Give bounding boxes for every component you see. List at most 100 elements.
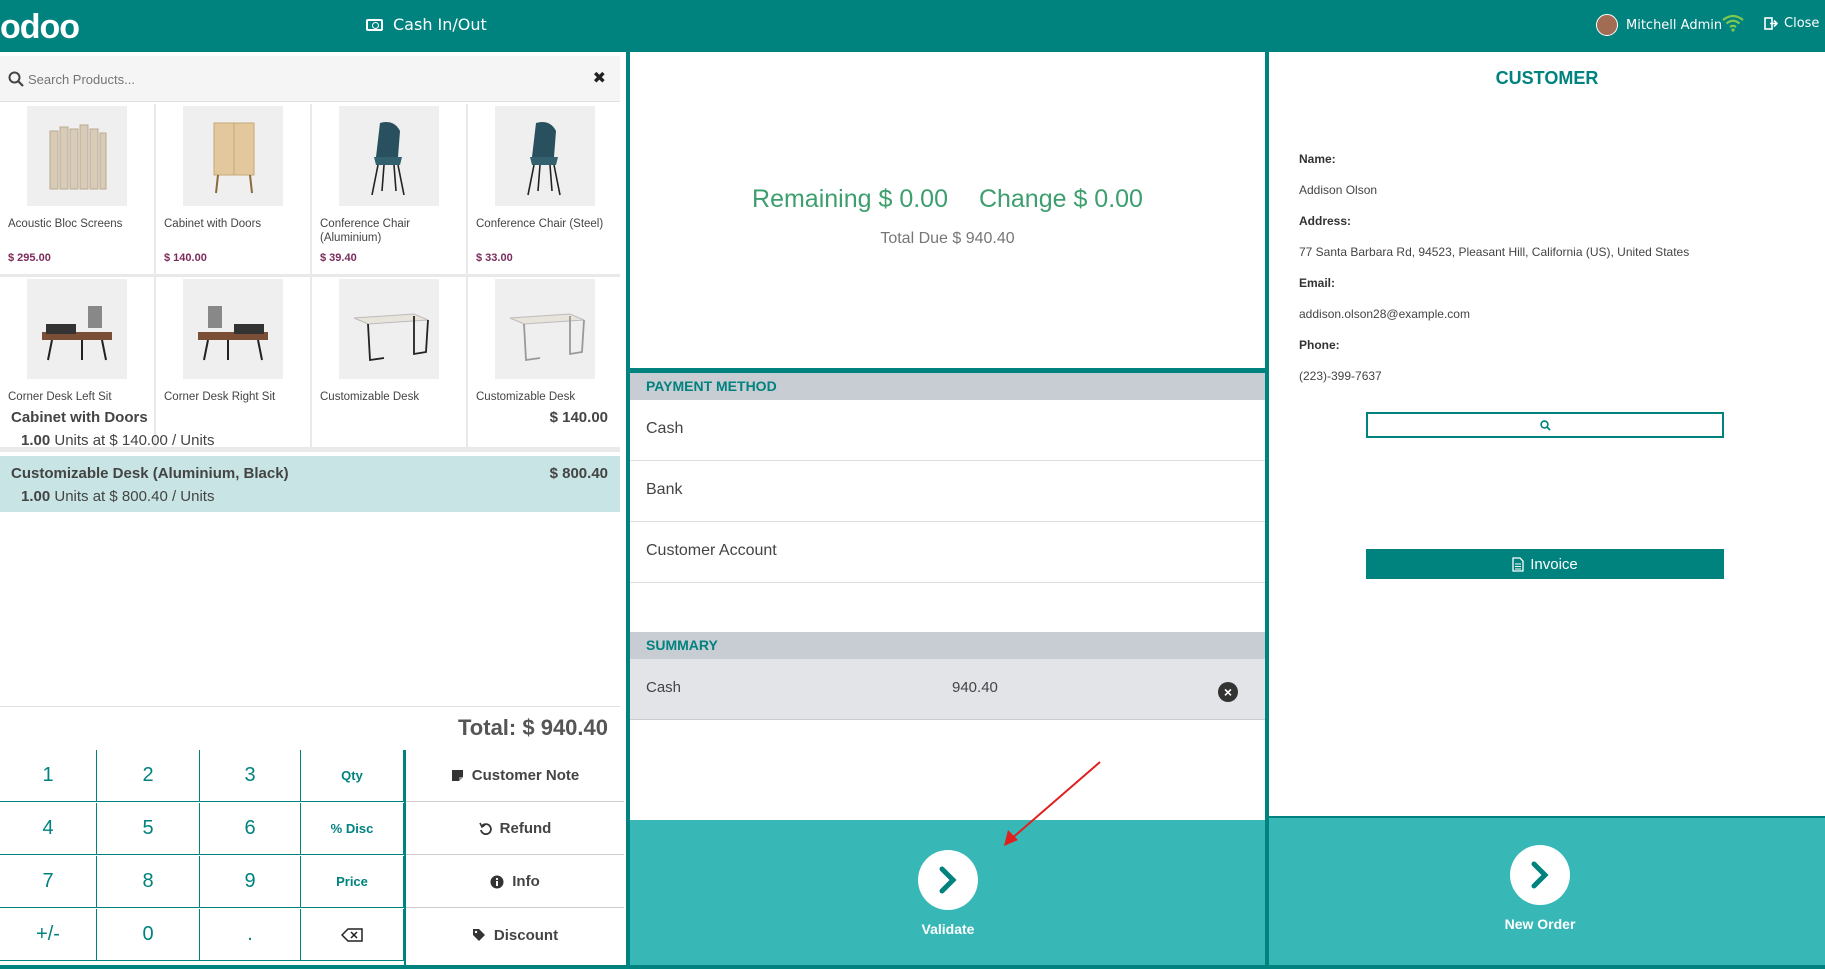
payment-amounts: Remaining $ 0.00 Change $ 0.00	[630, 185, 1265, 214]
customer-note-button[interactable]: Customer Note	[406, 750, 624, 802]
orderline-product-name: Customizable Desk (Aluminium, Black)	[11, 465, 289, 482]
order-lines: Cabinet with Doors $ 140.00 1.00 Units a…	[0, 400, 620, 756]
orderline-unit-info: Units at $ 140.00 / Units	[54, 432, 215, 449]
validate-button[interactable]	[918, 850, 978, 910]
numpad-discount-button[interactable]: % Disc	[301, 803, 404, 855]
product-image	[183, 279, 283, 379]
total-due: Total Due $ 940.40	[880, 230, 1015, 247]
remove-payment-icon[interactable]: ×	[1218, 682, 1238, 702]
validate-area: Validate	[630, 820, 1265, 965]
orderline-qty: 1.00	[21, 432, 51, 449]
numpad-qty-button[interactable]: Qty	[301, 750, 404, 802]
numpad-key-7[interactable]: 7	[0, 856, 97, 908]
payment-line[interactable]: Cash 940.40 ×	[630, 659, 1265, 720]
info-label: Info	[512, 873, 540, 890]
numpad-price-button[interactable]: Price	[301, 856, 404, 908]
customer-address-label: Address:	[1299, 214, 1352, 228]
order-line-selected[interactable]: Customizable Desk (Aluminium, Black) $ 8…	[0, 456, 620, 512]
money-icon	[366, 18, 383, 31]
product-image	[339, 279, 439, 379]
info-button[interactable]: Info	[406, 856, 624, 908]
chevron-right-icon	[939, 866, 957, 894]
sticky-note-icon	[451, 770, 463, 781]
search-input[interactable]	[28, 64, 588, 94]
change-amount: Change $ 0.00	[978, 185, 1143, 213]
numpad-plus-minus[interactable]: +/-	[0, 909, 97, 961]
file-icon	[1512, 556, 1524, 572]
orderline-price: $ 800.40	[549, 465, 608, 482]
new-order-button[interactable]	[1510, 845, 1570, 905]
numpad-key-3[interactable]: 3	[200, 750, 301, 802]
summary-title: SUMMARY	[630, 632, 1265, 659]
numpad-decimal[interactable]: .	[200, 909, 301, 961]
sign-out-icon	[1764, 17, 1778, 30]
product-name: Cabinet with Doors	[164, 218, 262, 230]
numpad-key-9[interactable]: 9	[200, 856, 301, 908]
numpad-key-8[interactable]: 8	[97, 856, 200, 908]
order-total: Total: $ 940.40	[0, 706, 620, 750]
orderline-unit-info: Units at $ 800.40 / Units	[54, 488, 215, 505]
product-price: $ 39.40	[320, 252, 357, 264]
refund-button[interactable]: Refund	[406, 803, 624, 855]
payment-status: Remaining $ 0.00 Change $ 0.00 Total Due…	[630, 52, 1265, 368]
clear-search-icon[interactable]: ✖	[593, 68, 606, 87]
payment-line-amount: 940.40	[952, 679, 998, 696]
validate-label: Validate	[921, 921, 975, 937]
customer-phone-label: Phone:	[1299, 338, 1340, 352]
product-image	[27, 279, 127, 379]
payment-methods-box: PAYMENT METHOD Cash Bank Customer Accoun…	[630, 373, 1265, 823]
invoice-label: Invoice	[1530, 555, 1578, 573]
tag-icon	[472, 929, 485, 941]
invoice-button[interactable]: Invoice	[1366, 549, 1724, 579]
payment-line-method: Cash	[646, 679, 682, 696]
product-order-panel: ✖ Acoustic Bloc Screens $ 295.00 Cabinet…	[0, 52, 626, 965]
close-label: Close	[1784, 16, 1820, 31]
customer-search-button[interactable]	[1366, 412, 1724, 438]
product-card[interactable]: Acoustic Bloc Screens $ 295.00	[0, 104, 154, 274]
payment-method-title: PAYMENT METHOD	[630, 373, 1265, 400]
top-bar: odoo Cash In/Out Mitchell Admin Close	[0, 0, 1825, 52]
payment-method-bank[interactable]: Bank	[630, 461, 1265, 522]
numpad-key-0[interactable]: 0	[97, 909, 200, 961]
discount-label: Discount	[493, 926, 559, 944]
product-card[interactable]: Conference Chair (Steel) $ 33.00	[468, 104, 620, 274]
product-image	[339, 106, 439, 206]
customer-name-label: Name:	[1299, 152, 1336, 166]
new-order-label: New Order	[1504, 916, 1576, 932]
numpad-key-6[interactable]: 6	[200, 803, 301, 855]
user-menu[interactable]: Mitchell Admin	[1596, 14, 1722, 36]
numpad-key-1[interactable]: 1	[0, 750, 97, 802]
wifi-icon	[1722, 14, 1744, 32]
user-name: Mitchell Admin	[1626, 17, 1723, 33]
close-button[interactable]: Close	[1764, 16, 1819, 31]
undo-icon	[478, 822, 492, 835]
orderline-qty: 1.00	[21, 488, 51, 505]
search-icon	[8, 71, 24, 87]
product-search-bar: ✖	[0, 56, 620, 102]
customer-phone: (223)-399-7637	[1299, 369, 1382, 383]
refund-label: Refund	[499, 820, 552, 837]
payment-method-customer-account[interactable]: Customer Account	[630, 522, 1265, 583]
product-price: $ 33.00	[476, 252, 513, 264]
annotation-arrow	[1004, 761, 1101, 846]
product-card[interactable]: Cabinet with Doors $ 140.00	[156, 104, 310, 274]
chevron-right-icon	[1531, 861, 1549, 889]
numpad-key-4[interactable]: 4	[0, 803, 97, 855]
product-price: $ 295.00	[8, 252, 51, 264]
order-line[interactable]: Cabinet with Doors $ 140.00 1.00 Units a…	[0, 400, 620, 456]
numpad-backspace[interactable]	[301, 909, 404, 961]
customer-note-label: Customer Note	[471, 767, 580, 784]
payment-method-cash[interactable]: Cash	[630, 400, 1265, 461]
customer-email-label: Email:	[1299, 276, 1336, 290]
numpad-key-2[interactable]: 2	[97, 750, 200, 802]
new-order-area: New Order	[1269, 818, 1825, 965]
orderline-product-name: Cabinet with Doors	[11, 409, 148, 426]
product-price: $ 140.00	[164, 252, 207, 264]
customer-title: CUSTOMER	[1495, 68, 1599, 88]
backspace-icon	[341, 927, 363, 942]
discount-button[interactable]: Discount	[406, 909, 624, 961]
cash-in-out-button[interactable]: Cash In/Out	[366, 15, 487, 34]
product-image	[27, 106, 127, 206]
product-card[interactable]: Conference Chair (Aluminium) $ 39.40	[312, 104, 466, 274]
numpad-key-5[interactable]: 5	[97, 803, 200, 855]
